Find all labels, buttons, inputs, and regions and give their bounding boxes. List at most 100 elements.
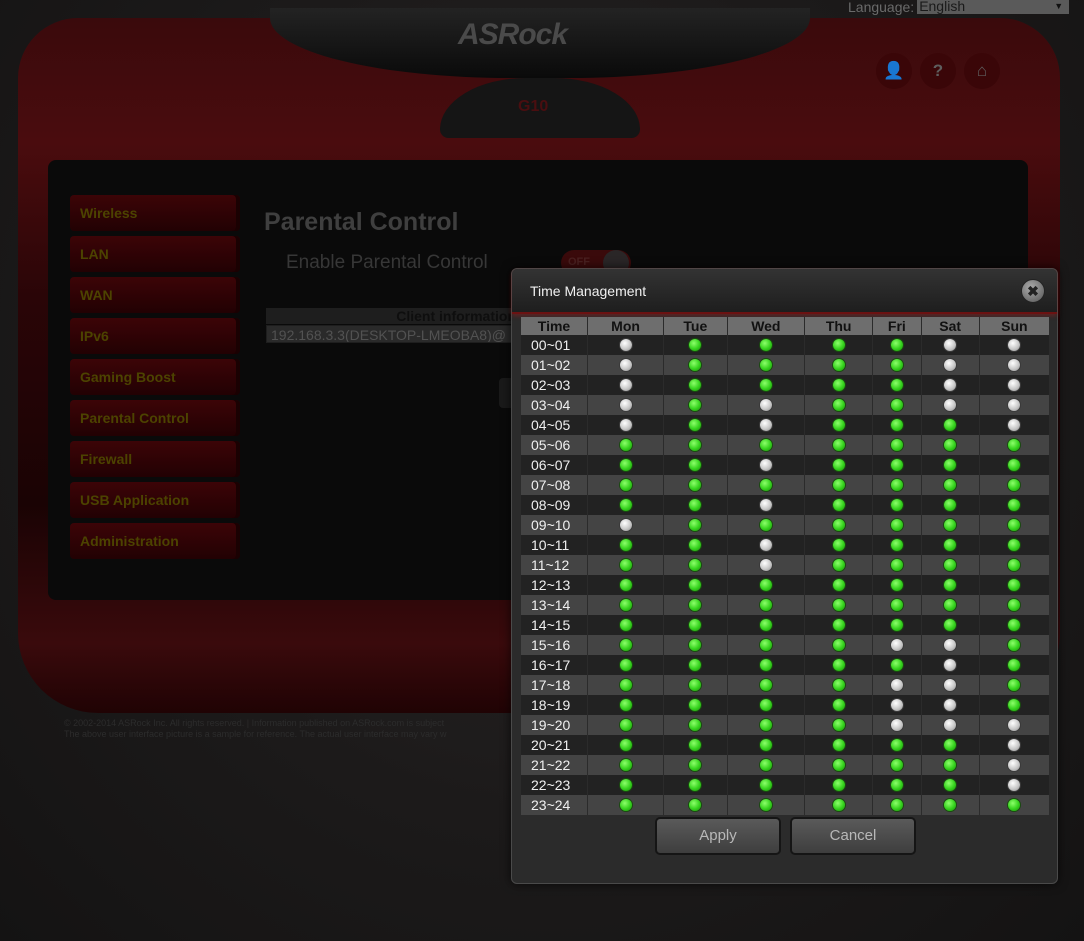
slot-blocked-indicator[interactable] [1008, 418, 1021, 431]
slot-allowed-indicator[interactable] [890, 758, 903, 771]
slot-blocked-indicator[interactable] [619, 358, 632, 371]
slot-allowed-indicator[interactable] [689, 658, 702, 671]
slot-allowed-indicator[interactable] [1008, 498, 1021, 511]
slot-allowed-indicator[interactable] [944, 758, 957, 771]
slot-allowed-indicator[interactable] [689, 638, 702, 651]
slot-allowed-indicator[interactable] [759, 718, 772, 731]
slot-blocked-indicator[interactable] [890, 638, 903, 651]
slot-allowed-indicator[interactable] [1008, 678, 1021, 691]
slot-allowed-indicator[interactable] [1008, 558, 1021, 571]
slot-allowed-indicator[interactable] [619, 498, 632, 511]
slot-blocked-indicator[interactable] [944, 358, 957, 371]
slot-blocked-indicator[interactable] [944, 338, 957, 351]
slot-blocked-indicator[interactable] [1008, 758, 1021, 771]
slot-blocked-indicator[interactable] [759, 418, 772, 431]
slot-allowed-indicator[interactable] [619, 758, 632, 771]
slot-allowed-indicator[interactable] [619, 778, 632, 791]
slot-allowed-indicator[interactable] [689, 538, 702, 551]
slot-allowed-indicator[interactable] [832, 358, 845, 371]
slot-allowed-indicator[interactable] [1008, 538, 1021, 551]
slot-allowed-indicator[interactable] [1008, 798, 1021, 811]
slot-allowed-indicator[interactable] [619, 678, 632, 691]
slot-allowed-indicator[interactable] [689, 778, 702, 791]
slot-allowed-indicator[interactable] [689, 438, 702, 451]
sidebar-item-gaming-boost[interactable]: Gaming Boost [70, 359, 240, 395]
slot-allowed-indicator[interactable] [619, 798, 632, 811]
slot-allowed-indicator[interactable] [890, 798, 903, 811]
slot-blocked-indicator[interactable] [1008, 338, 1021, 351]
slot-allowed-indicator[interactable] [832, 658, 845, 671]
slot-blocked-indicator[interactable] [944, 658, 957, 671]
slot-allowed-indicator[interactable] [944, 458, 957, 471]
slot-blocked-indicator[interactable] [944, 698, 957, 711]
slot-allowed-indicator[interactable] [619, 638, 632, 651]
slot-blocked-indicator[interactable] [619, 338, 632, 351]
slot-allowed-indicator[interactable] [619, 698, 632, 711]
slot-allowed-indicator[interactable] [944, 438, 957, 451]
slot-allowed-indicator[interactable] [944, 618, 957, 631]
slot-allowed-indicator[interactable] [890, 378, 903, 391]
slot-allowed-indicator[interactable] [890, 598, 903, 611]
slot-allowed-indicator[interactable] [890, 778, 903, 791]
slot-allowed-indicator[interactable] [689, 798, 702, 811]
slot-allowed-indicator[interactable] [619, 478, 632, 491]
slot-allowed-indicator[interactable] [832, 738, 845, 751]
slot-blocked-indicator[interactable] [619, 518, 632, 531]
slot-blocked-indicator[interactable] [619, 398, 632, 411]
slot-allowed-indicator[interactable] [619, 598, 632, 611]
slot-allowed-indicator[interactable] [832, 558, 845, 571]
slot-allowed-indicator[interactable] [689, 518, 702, 531]
language-select[interactable]: English ▼ [917, 0, 1070, 14]
slot-allowed-indicator[interactable] [832, 458, 845, 471]
slot-allowed-indicator[interactable] [759, 438, 772, 451]
slot-allowed-indicator[interactable] [944, 578, 957, 591]
slot-allowed-indicator[interactable] [759, 778, 772, 791]
slot-allowed-indicator[interactable] [944, 798, 957, 811]
client-info-row[interactable]: 192.168.3.3(DESKTOP-LMEOBA8)@ [266, 325, 516, 343]
slot-allowed-indicator[interactable] [759, 678, 772, 691]
slot-blocked-indicator[interactable] [944, 718, 957, 731]
slot-allowed-indicator[interactable] [832, 758, 845, 771]
slot-allowed-indicator[interactable] [832, 578, 845, 591]
slot-allowed-indicator[interactable] [619, 618, 632, 631]
slot-allowed-indicator[interactable] [1008, 438, 1021, 451]
slot-allowed-indicator[interactable] [689, 718, 702, 731]
slot-allowed-indicator[interactable] [759, 338, 772, 351]
slot-blocked-indicator[interactable] [1008, 378, 1021, 391]
slot-blocked-indicator[interactable] [944, 398, 957, 411]
help-icon[interactable]: ? [920, 53, 956, 89]
slot-blocked-indicator[interactable] [944, 638, 957, 651]
slot-allowed-indicator[interactable] [689, 498, 702, 511]
slot-allowed-indicator[interactable] [832, 698, 845, 711]
slot-allowed-indicator[interactable] [689, 738, 702, 751]
slot-allowed-indicator[interactable] [759, 478, 772, 491]
slot-blocked-indicator[interactable] [1008, 738, 1021, 751]
slot-allowed-indicator[interactable] [1008, 518, 1021, 531]
slot-blocked-indicator[interactable] [1008, 398, 1021, 411]
slot-allowed-indicator[interactable] [619, 738, 632, 751]
slot-allowed-indicator[interactable] [944, 598, 957, 611]
slot-allowed-indicator[interactable] [890, 558, 903, 571]
slot-allowed-indicator[interactable] [689, 338, 702, 351]
slot-allowed-indicator[interactable] [832, 478, 845, 491]
slot-blocked-indicator[interactable] [759, 458, 772, 471]
slot-allowed-indicator[interactable] [1008, 478, 1021, 491]
slot-allowed-indicator[interactable] [832, 718, 845, 731]
slot-allowed-indicator[interactable] [689, 458, 702, 471]
slot-allowed-indicator[interactable] [832, 418, 845, 431]
slot-allowed-indicator[interactable] [759, 658, 772, 671]
slot-allowed-indicator[interactable] [759, 578, 772, 591]
slot-allowed-indicator[interactable] [832, 638, 845, 651]
home-icon[interactable]: ⌂ [964, 53, 1000, 89]
slot-blocked-indicator[interactable] [944, 678, 957, 691]
slot-allowed-indicator[interactable] [689, 598, 702, 611]
slot-allowed-indicator[interactable] [832, 618, 845, 631]
slot-blocked-indicator[interactable] [944, 378, 957, 391]
slot-allowed-indicator[interactable] [890, 658, 903, 671]
slot-blocked-indicator[interactable] [890, 678, 903, 691]
slot-allowed-indicator[interactable] [689, 478, 702, 491]
slot-allowed-indicator[interactable] [759, 738, 772, 751]
slot-allowed-indicator[interactable] [944, 418, 957, 431]
slot-blocked-indicator[interactable] [890, 718, 903, 731]
slot-allowed-indicator[interactable] [759, 698, 772, 711]
